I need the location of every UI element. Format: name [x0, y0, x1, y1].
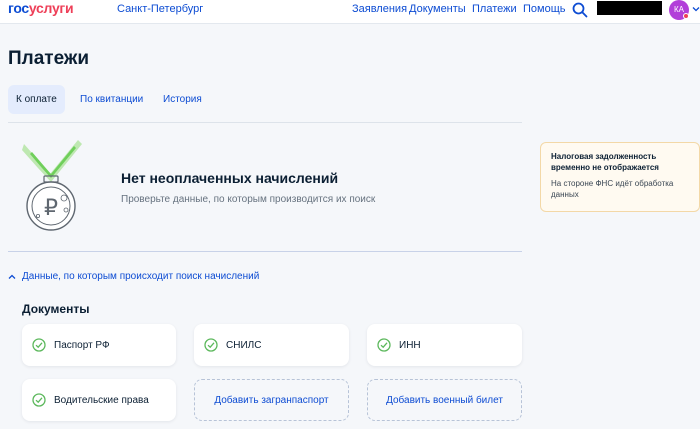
- gosuslugi-logo[interactable]: госуслуги: [8, 0, 74, 16]
- chevron-down-icon[interactable]: [692, 5, 700, 13]
- document-card-label: Водительские права: [54, 394, 149, 406]
- top-header: госуслуги Санкт-Петербург Заявления Доку…: [0, 0, 700, 24]
- nav-item-documents[interactable]: Документы: [409, 3, 466, 15]
- check-circle-icon: [377, 338, 391, 352]
- document-card-snils[interactable]: СНИЛС: [194, 324, 349, 366]
- svg-text:₽: ₽: [44, 196, 58, 221]
- tab-by-receipt[interactable]: По квитанции: [72, 85, 151, 114]
- tabs-divider: [8, 122, 522, 123]
- documents-title: Документы: [22, 302, 90, 316]
- document-card-label: Паспорт РФ: [54, 339, 110, 351]
- nav-item-help[interactable]: Помощь: [523, 3, 566, 15]
- page-title: Платежи: [8, 48, 90, 69]
- notification-dot: [683, 13, 689, 19]
- check-circle-icon: [32, 338, 46, 352]
- tab-to-pay[interactable]: К оплате: [8, 85, 65, 114]
- add-military-id-button[interactable]: Добавить военный билет: [367, 379, 522, 421]
- tax-debt-notice: Налоговая задолженность временно не отоб…: [540, 142, 700, 212]
- nav-item-applications[interactable]: Заявления: [352, 3, 407, 15]
- empty-state-title: Нет неоплаченных начислений: [121, 170, 339, 186]
- document-card-label: СНИЛС: [226, 339, 262, 351]
- city-selector[interactable]: Санкт-Петербург: [117, 3, 203, 15]
- document-card-passport[interactable]: Паспорт РФ: [22, 324, 176, 366]
- chevron-up-icon: [8, 274, 16, 279]
- notice-title: Налоговая задолженность временно не отоб…: [551, 152, 659, 172]
- document-card-label: ИНН: [399, 339, 421, 351]
- add-button-label: Добавить загранпаспорт: [214, 394, 329, 406]
- search-data-toggle[interactable]: Данные, по которым происходит поиск начи…: [8, 271, 259, 282]
- ruble-medal-icon: ₽: [22, 140, 82, 231]
- search-icon[interactable]: [572, 2, 588, 18]
- document-card-inn[interactable]: ИНН: [367, 324, 522, 366]
- document-card-driver-license[interactable]: Водительские права: [22, 379, 176, 421]
- search-data-toggle-label: Данные, по которым происходит поиск начи…: [22, 271, 260, 282]
- section-divider: [8, 251, 522, 252]
- add-button-label: Добавить военный билет: [386, 394, 503, 406]
- check-circle-icon: [32, 393, 46, 407]
- notice-text: На стороне ФНС идёт обработка данных: [551, 179, 674, 199]
- user-name-redacted[interactable]: [597, 1, 662, 15]
- check-circle-icon: [204, 338, 218, 352]
- tab-history[interactable]: История: [155, 85, 210, 114]
- nav-item-payments[interactable]: Платежи: [472, 3, 517, 15]
- add-foreign-passport-button[interactable]: Добавить загранпаспорт: [194, 379, 349, 421]
- empty-state-subtitle: Проверьте данные, по которым производитс…: [121, 194, 376, 205]
